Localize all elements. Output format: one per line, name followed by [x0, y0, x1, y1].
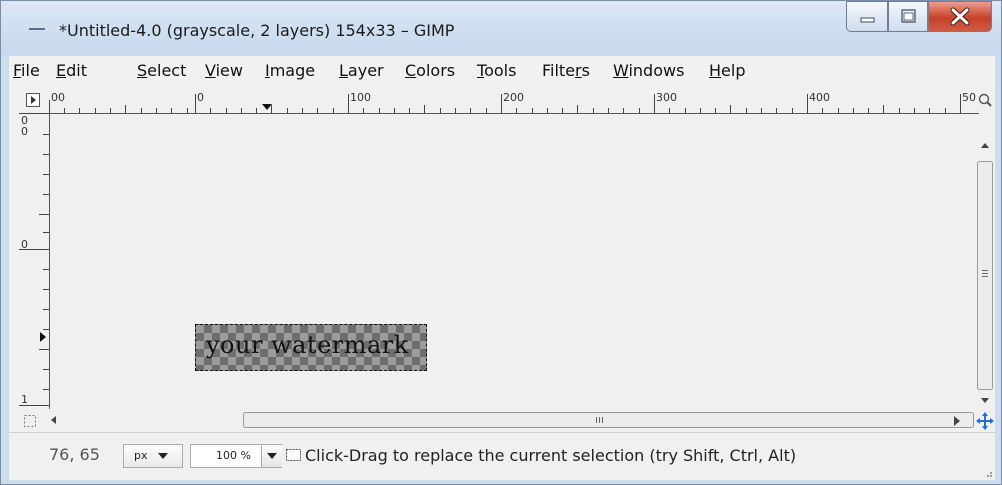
title-bar: *Untitled-4.0 (grayscale, 2 layers) 154x…	[1, 1, 1001, 55]
ruler-label: 1	[21, 393, 28, 406]
zoom-select[interactable]: 100 %	[190, 444, 282, 468]
zoom-value: 100 %	[216, 449, 251, 462]
scroll-left-arrow-icon[interactable]	[51, 416, 56, 424]
ruler-label: 00	[51, 91, 65, 104]
scroll-right-arrow-icon[interactable]	[952, 415, 962, 427]
horizontal-ruler[interactable]: 00 0 100 200 300 400 50	[49, 90, 979, 114]
menu-view[interactable]: View	[205, 61, 243, 80]
image-window-content: 00 0 100 200 300 400 50 0 0 0 1 your wat…	[9, 87, 995, 480]
vertical-scrollbar[interactable]	[975, 112, 995, 410]
menu-select[interactable]: Select	[137, 61, 186, 80]
horizontal-scroll-thumb[interactable]	[243, 412, 974, 428]
resize-grip-icon[interactable]	[983, 468, 993, 478]
menu-tools[interactable]: Tools	[477, 61, 516, 80]
chevron-down-icon	[267, 453, 277, 459]
menu-bar: File Edit Select View Image Layer Colors…	[9, 56, 995, 88]
unit-select[interactable]: px	[123, 444, 183, 468]
close-icon	[950, 7, 970, 26]
close-button[interactable]	[928, 1, 992, 32]
zoom-fit-icon[interactable]	[977, 92, 993, 108]
ruler-pointer-marker	[40, 332, 46, 342]
menu-layer[interactable]: Layer	[339, 61, 384, 80]
ruler-label: 300	[656, 91, 677, 104]
zoom-dropdown-button[interactable]	[261, 445, 282, 467]
chevron-down-icon	[158, 453, 168, 459]
vertical-scroll-thumb[interactable]	[977, 161, 993, 390]
image-canvas[interactable]	[50, 114, 974, 408]
ruler-ticks	[19, 113, 49, 406]
menu-help[interactable]: Help	[709, 61, 745, 80]
menu-filters[interactable]: Filters	[542, 61, 590, 80]
navigate-icon[interactable]	[26, 93, 42, 109]
watermark-text: your watermark	[206, 331, 409, 359]
gimp-window: *Untitled-4.0 (grayscale, 2 layers) 154x…	[0, 0, 1002, 485]
horizontal-scrollbar-graphic	[51, 412, 974, 428]
move-icon[interactable]	[975, 411, 995, 431]
horizontal-scrollbar[interactable]	[39, 410, 975, 430]
ruler-label: 0	[197, 91, 204, 104]
window-menu-icon[interactable]	[29, 28, 45, 30]
vertical-ruler[interactable]: 0 0 0 1	[19, 113, 50, 409]
ruler-label: 50	[962, 91, 976, 104]
menu-edit[interactable]: Edit	[56, 61, 87, 80]
ruler-label: 100	[350, 91, 371, 104]
vertical-scrollbar-graphic	[977, 143, 993, 403]
watermark-layer[interactable]: your watermark	[195, 324, 427, 371]
maximize-icon	[901, 9, 916, 23]
menu-image[interactable]: Image	[265, 61, 315, 80]
unit-value: px	[134, 449, 148, 462]
minimize-button[interactable]	[846, 1, 888, 32]
menu-file[interactable]: File	[13, 61, 40, 80]
rect-select-tool-icon	[286, 449, 301, 461]
quick-mask-icon[interactable]	[23, 414, 37, 428]
minimize-icon	[860, 17, 875, 23]
window-title: *Untitled-4.0 (grayscale, 2 layers) 154x…	[59, 21, 455, 40]
pointer-coordinates: 76, 65	[49, 445, 100, 464]
scroll-down-arrow-icon[interactable]	[981, 398, 989, 403]
scroll-up-arrow-icon[interactable]	[981, 143, 989, 148]
ruler-label: 400	[809, 91, 830, 104]
status-bar: 76, 65 px 100 % Click-Drag to replace th…	[9, 432, 995, 480]
menu-windows[interactable]: Windows	[613, 61, 684, 80]
status-message: Click-Drag to replace the current select…	[305, 446, 797, 465]
ruler-label: 0	[21, 238, 28, 251]
ruler-label: 0 0	[21, 114, 28, 138]
ruler-label: 200	[503, 91, 524, 104]
maximize-button[interactable]	[888, 1, 928, 32]
menu-colors[interactable]: Colors	[405, 61, 455, 80]
ruler-pointer-marker	[262, 104, 272, 110]
